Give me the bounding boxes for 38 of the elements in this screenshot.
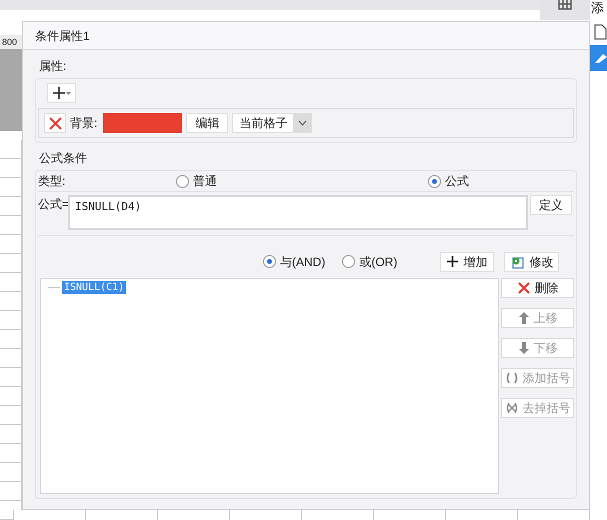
- dialog-title: 条件属性1: [35, 28, 90, 44]
- edit-button[interactable]: 编辑: [186, 113, 228, 133]
- background-label: 背景:: [70, 115, 98, 132]
- radio-label: 公式: [445, 173, 469, 190]
- modify-button[interactable]: 修改: [504, 252, 560, 272]
- type-label: 类型:: [38, 173, 66, 190]
- caret-icon: [66, 92, 70, 94]
- arrow-down-icon: [518, 341, 530, 355]
- plus-icon: [52, 87, 64, 99]
- radio-button[interactable]: [263, 255, 276, 268]
- panel-label: 添: [591, 0, 604, 16]
- plus-icon: [447, 256, 458, 267]
- define-button[interactable]: 定义: [530, 195, 572, 215]
- parentheses-icon: [504, 372, 518, 384]
- radio-button[interactable]: [428, 174, 441, 188]
- radio-label: 与(AND): [280, 254, 326, 270]
- radio-label: 普通: [193, 173, 217, 190]
- delete-button[interactable]: 删除: [501, 278, 574, 298]
- pen-icon: [593, 51, 607, 65]
- add-button[interactable]: 增加: [440, 252, 494, 272]
- color-swatch[interactable]: [103, 113, 182, 133]
- parentheses-cross-icon: [504, 402, 518, 414]
- radio-label: 或(OR): [359, 254, 398, 270]
- ruler-label: 800: [0, 35, 22, 49]
- radio-button[interactable]: [176, 174, 189, 188]
- grid-icon: [558, 0, 572, 10]
- chevron-down-icon: [298, 120, 307, 126]
- formula-field[interactable]: ISNULL(D4): [68, 195, 528, 230]
- add-dropdown-button[interactable]: [47, 83, 76, 103]
- close-icon: [516, 281, 530, 295]
- section-legend: 公式条件: [35, 150, 577, 166]
- section-legend: 属性:: [35, 58, 577, 74]
- remove-button[interactable]: [44, 113, 66, 133]
- pen-tab[interactable]: [590, 45, 607, 71]
- scope-dropdown[interactable]: 当前格子: [232, 113, 312, 133]
- radio-button[interactable]: [342, 255, 356, 268]
- close-icon: [48, 116, 62, 130]
- arrow-up-icon: [518, 311, 530, 325]
